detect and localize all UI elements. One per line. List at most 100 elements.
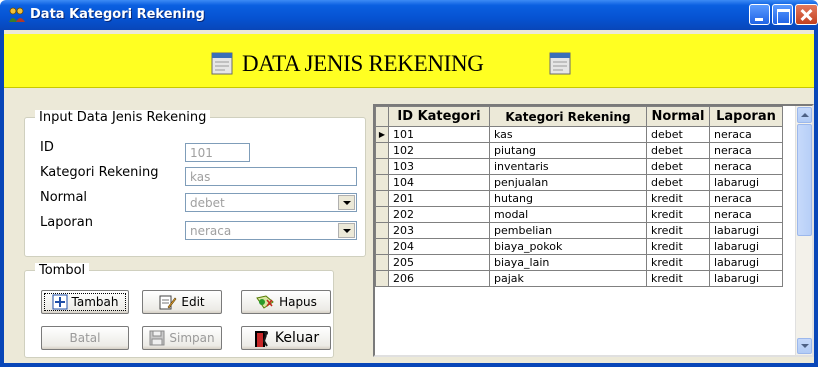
table-cell[interactable]: pembelian	[489, 222, 647, 239]
table-cell[interactable]: biaya_pokok	[489, 238, 647, 255]
row-indicator	[375, 238, 389, 255]
edit-button[interactable]: Edit	[142, 290, 222, 314]
table-cell[interactable]: kredit	[646, 270, 710, 287]
table-cell[interactable]: 102	[388, 142, 490, 159]
table-cell[interactable]: neraca	[709, 190, 783, 207]
normal-select[interactable]: debet	[185, 193, 357, 212]
row-indicator	[375, 206, 389, 223]
tambah-button-label: Tambah	[71, 295, 119, 309]
scroll-thumb[interactable]	[797, 124, 812, 236]
table-row[interactable]: 202 modal kredit neraca	[375, 206, 783, 223]
data-grid[interactable]: ID Kategori Kategori Rekening Normal Lap…	[373, 104, 814, 357]
table-cell[interactable]: 205	[388, 254, 490, 271]
table-cell[interactable]: kredit	[646, 238, 710, 255]
column-header-id-kategori[interactable]: ID Kategori	[388, 106, 490, 127]
table-cell[interactable]: labarugi	[709, 238, 783, 255]
table-cell[interactable]: 206	[388, 270, 490, 287]
chevron-down-icon[interactable]	[338, 223, 355, 238]
table-cell[interactable]: labarugi	[709, 222, 783, 239]
table-header-row: ID Kategori Kategori Rekening Normal Lap…	[375, 106, 783, 127]
edit-button-label: Edit	[181, 295, 205, 309]
table-row[interactable]: ▶ 101 kas debet neraca	[375, 126, 783, 143]
row-indicator	[375, 222, 389, 239]
table-row[interactable]: 104 penjualan debet labarugi	[375, 174, 783, 191]
table-cell[interactable]: labarugi	[709, 174, 783, 191]
input-group-legend: Input Data Jenis Rekening	[35, 110, 211, 125]
chevron-down-icon[interactable]	[338, 195, 355, 210]
table-cell[interactable]: 101	[388, 126, 490, 143]
column-header-laporan[interactable]: Laporan	[709, 106, 783, 127]
table-cell[interactable]: kredit	[646, 254, 710, 271]
table-cell[interactable]: 204	[388, 238, 490, 255]
table-cell[interactable]: 201	[388, 190, 490, 207]
table-cell[interactable]: neraca	[709, 142, 783, 159]
maximize-button[interactable]	[772, 4, 793, 25]
table-cell[interactable]: debet	[646, 142, 710, 159]
table-cell[interactable]: kredit	[646, 190, 710, 207]
table-cell[interactable]: labarugi	[709, 270, 783, 287]
simpan-button-label: Simpan	[169, 331, 215, 345]
laporan-select[interactable]: neraca	[185, 221, 357, 240]
id-label: ID	[40, 140, 54, 155]
table-cell[interactable]: neraca	[709, 206, 783, 223]
table-cell[interactable]: inventaris	[489, 158, 647, 175]
row-indicator	[375, 174, 389, 191]
table-cell[interactable]: modal	[489, 206, 647, 223]
table-row[interactable]: 102 piutang debet neraca	[375, 142, 783, 159]
table-cell[interactable]: pajak	[489, 270, 647, 287]
table-cell[interactable]: piutang	[489, 142, 647, 159]
table-cell[interactable]: biaya_lain	[489, 254, 647, 271]
simpan-button[interactable]: Simpan	[142, 326, 222, 350]
row-indicator	[375, 254, 389, 271]
keluar-button-label: Keluar	[274, 330, 320, 346]
scroll-up-icon[interactable]	[797, 107, 812, 123]
id-field[interactable]: 101	[185, 143, 250, 162]
table-cell[interactable]: debet	[646, 174, 710, 191]
scroll-down-icon[interactable]	[797, 338, 812, 354]
table-cell[interactable]: 203	[388, 222, 490, 239]
row-indicator	[375, 190, 389, 207]
row-indicator	[375, 142, 389, 159]
table-cell[interactable]: debet	[646, 158, 710, 175]
button-group: Tombol Tambah Edit Hapus Batal Simpan Ke…	[24, 263, 334, 358]
table-cell[interactable]: neraca	[709, 126, 783, 143]
table-row[interactable]: 205 biaya_lain kredit labarugi	[375, 254, 783, 271]
kategori-rekening-field[interactable]: kas	[185, 167, 357, 186]
table-cell[interactable]: kredit	[646, 206, 710, 223]
table-row[interactable]: 203 pembelian kredit labarugi	[375, 222, 783, 239]
delete-icon	[256, 295, 274, 309]
table-cell[interactable]: 103	[388, 158, 490, 175]
title-bar[interactable]: Data Kategori Rekening	[0, 0, 818, 30]
notepad-icon	[211, 52, 233, 75]
edit-icon	[159, 295, 177, 310]
table-row[interactable]: 206 pajak kredit labarugi	[375, 270, 783, 287]
table-cell[interactable]: labarugi	[709, 254, 783, 271]
button-group-legend: Tombol	[35, 263, 90, 278]
hapus-button-label: Hapus	[279, 295, 317, 309]
table-cell[interactable]: kas	[489, 126, 647, 143]
people-icon	[9, 7, 25, 22]
table-row[interactable]: 201 hutang kredit neraca	[375, 190, 783, 207]
table-cell[interactable]: neraca	[709, 158, 783, 175]
batal-button[interactable]: Batal	[41, 326, 129, 350]
notepad-icon	[549, 52, 571, 75]
normal-label: Normal	[40, 190, 88, 205]
row-indicator-header	[375, 106, 389, 127]
table-cell[interactable]: penjualan	[489, 174, 647, 191]
table-row[interactable]: 204 biaya_pokok kredit labarugi	[375, 238, 783, 255]
table-cell[interactable]: kredit	[646, 222, 710, 239]
table-cell[interactable]: 104	[388, 174, 490, 191]
vertical-scrollbar[interactable]	[795, 106, 812, 355]
table-cell[interactable]: hutang	[489, 190, 647, 207]
table-cell[interactable]: 202	[388, 206, 490, 223]
hapus-button[interactable]: Hapus	[241, 290, 331, 314]
table-row[interactable]: 103 inventaris debet neraca	[375, 158, 783, 175]
column-header-kategori-rekening[interactable]: Kategori Rekening	[489, 106, 647, 127]
row-indicator	[375, 270, 389, 287]
keluar-button[interactable]: Keluar	[241, 326, 331, 350]
minimize-button[interactable]	[749, 4, 770, 25]
close-button[interactable]	[795, 4, 818, 25]
table-cell[interactable]: debet	[646, 126, 710, 143]
column-header-normal[interactable]: Normal	[646, 106, 710, 127]
tambah-button[interactable]: Tambah	[41, 290, 129, 314]
